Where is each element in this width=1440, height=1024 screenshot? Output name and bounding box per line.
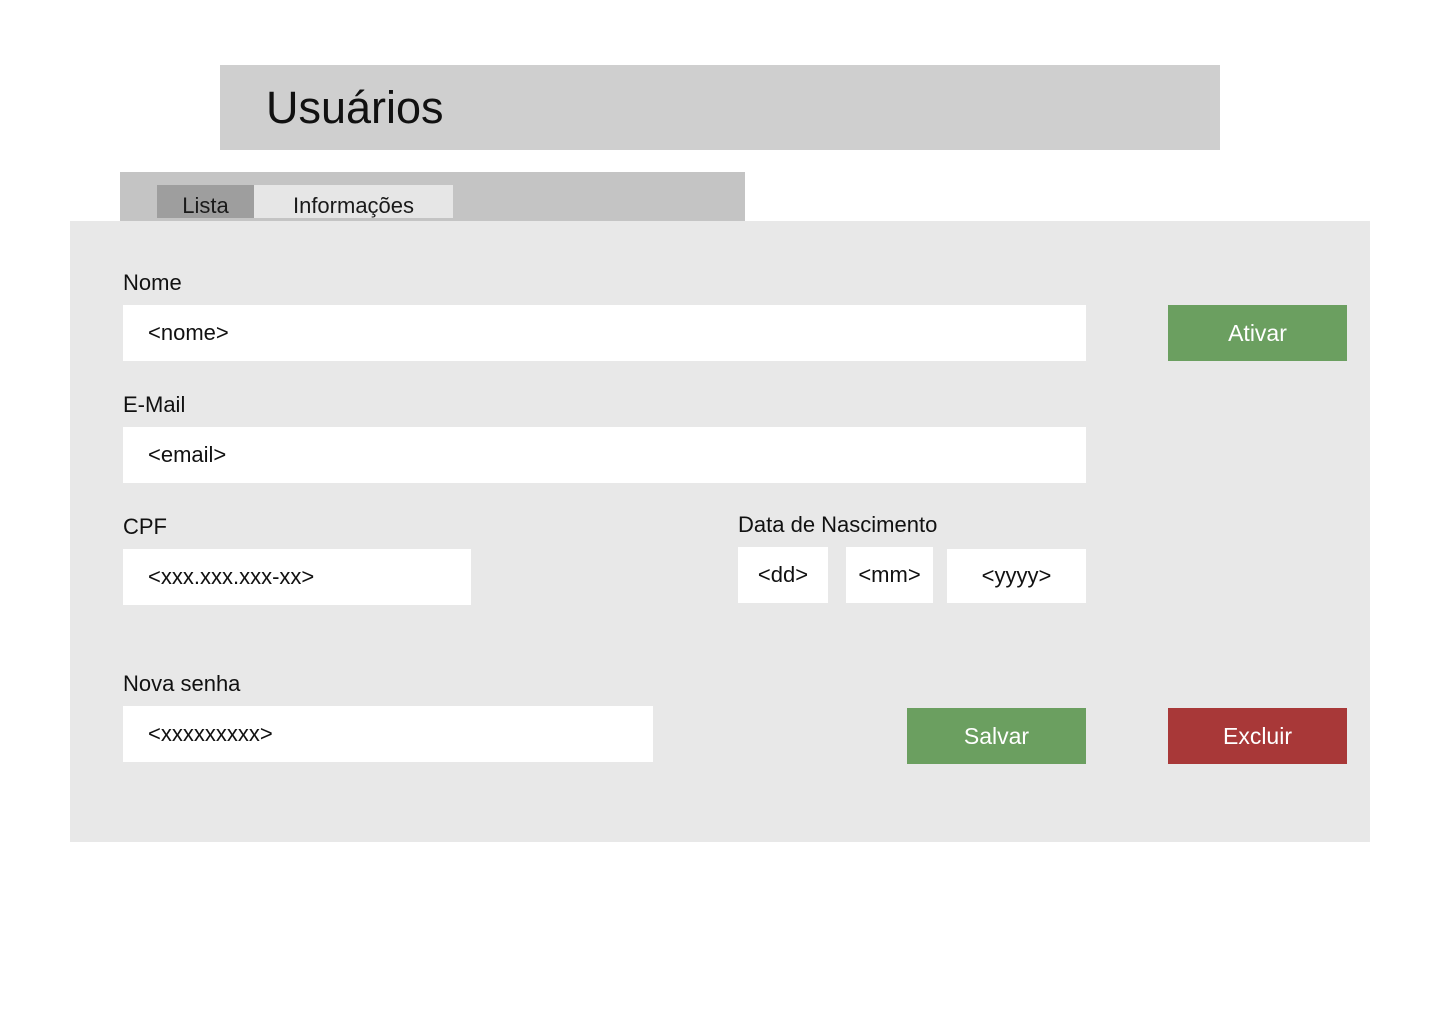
birth-day-input[interactable] xyxy=(738,547,828,603)
tab-bar: Lista Informações xyxy=(120,172,745,221)
nova-senha-label: Nova senha xyxy=(123,671,241,696)
excluir-button[interactable]: Excluir xyxy=(1168,708,1347,764)
data-nascimento-label: Data de Nascimento xyxy=(738,512,938,537)
tab-informacoes[interactable]: Informações xyxy=(254,185,453,218)
page-title: Usuários xyxy=(266,82,444,133)
birth-month-input[interactable] xyxy=(846,547,933,603)
nome-input[interactable] xyxy=(123,305,1086,361)
cpf-input[interactable] xyxy=(123,549,471,605)
email-input[interactable] xyxy=(123,427,1086,483)
tab-lista[interactable]: Lista xyxy=(157,185,254,218)
user-form-panel: Nome Ativar E-Mail CPF Data de Nasciment… xyxy=(70,221,1370,842)
page-header: Usuários xyxy=(220,65,1220,150)
nome-label: Nome xyxy=(123,270,182,295)
ativar-button[interactable]: Ativar xyxy=(1168,305,1347,361)
salvar-button[interactable]: Salvar xyxy=(907,708,1086,764)
nova-senha-input[interactable] xyxy=(123,706,653,762)
users-page: Usuários Lista Informações Nome Ativar E… xyxy=(0,0,1440,1024)
birth-year-input[interactable] xyxy=(947,549,1086,603)
cpf-label: CPF xyxy=(123,514,167,539)
email-label: E-Mail xyxy=(123,392,186,417)
